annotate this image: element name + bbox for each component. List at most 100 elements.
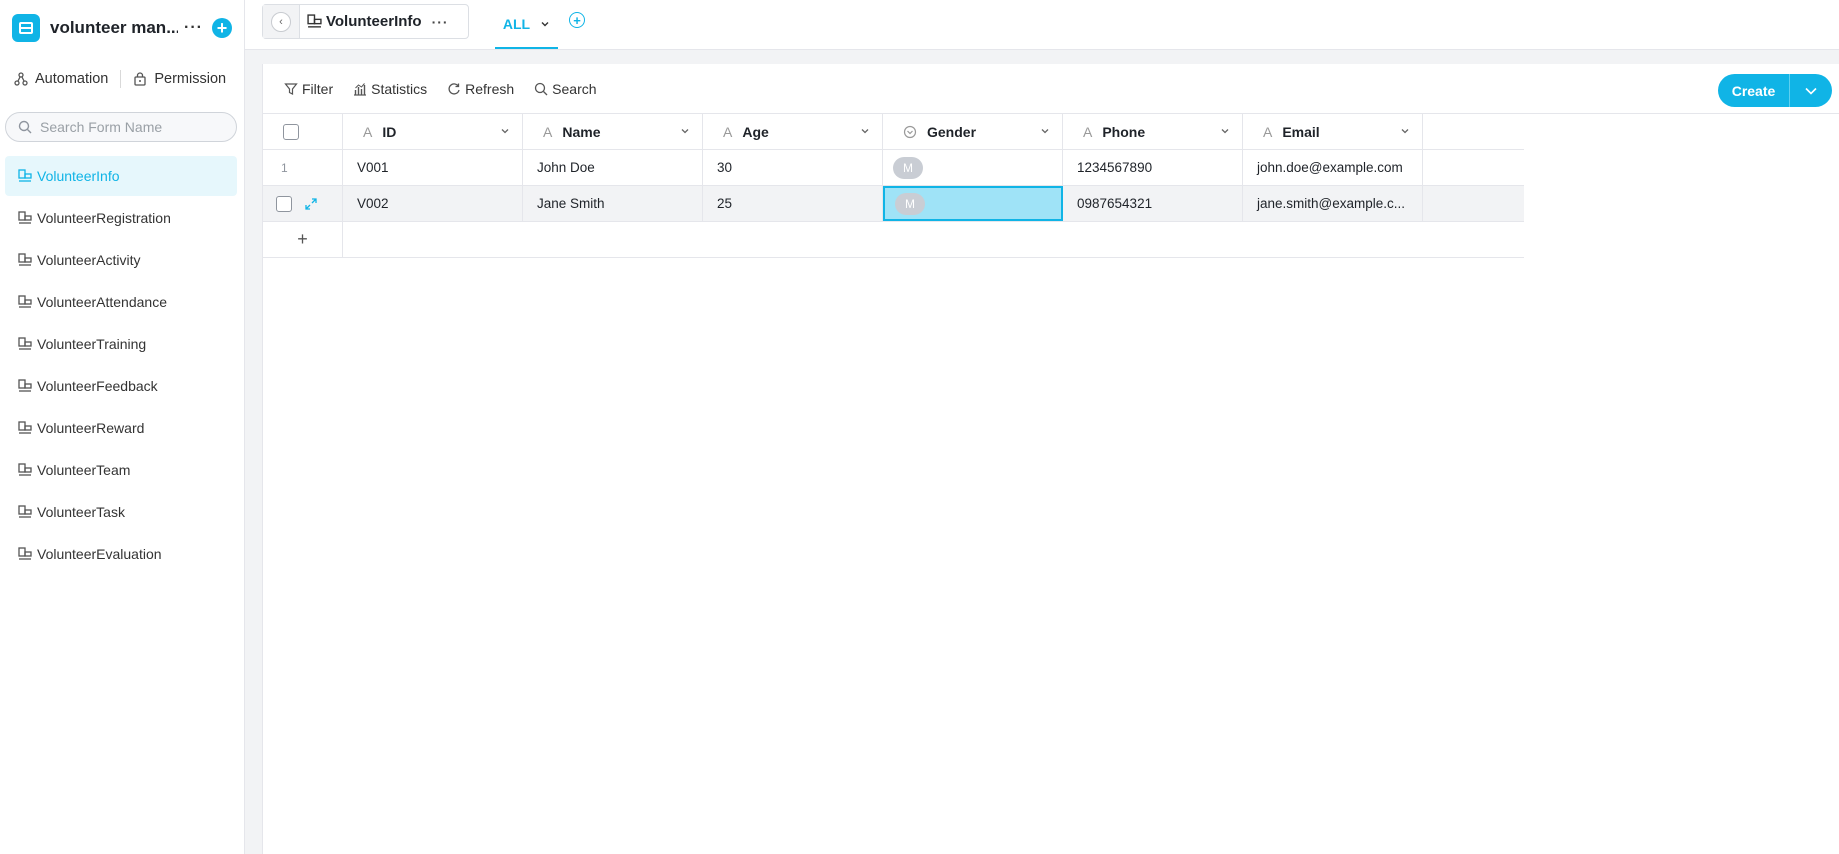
sidebar-item-volunteertask[interactable]: VolunteerTask [5, 492, 237, 532]
select-all-checkbox[interactable] [283, 123, 299, 140]
column-header-gender[interactable]: Gender [883, 114, 1063, 149]
table-row[interactable]: V002 Jane Smith 25 M 0987654321 jane.smi… [263, 186, 1524, 222]
search-form-input[interactable] [40, 119, 220, 135]
search-label: Search [552, 80, 597, 97]
refresh-button[interactable]: Refresh [447, 81, 514, 97]
refresh-icon [448, 82, 460, 95]
row-number: 1 [281, 160, 288, 175]
form-icon [18, 337, 32, 350]
table-row[interactable]: 1 V001 John Doe 30 M 1234567890 john.doe… [263, 150, 1524, 186]
add-view-icon[interactable]: + [569, 12, 585, 28]
row-checkbox[interactable] [276, 195, 292, 212]
gender-tag: M [895, 192, 925, 215]
sidebar-item-volunteerregistration[interactable]: VolunteerRegistration [5, 198, 237, 238]
view-tab-label: ALL [502, 15, 531, 32]
chevron-down-icon[interactable] [680, 126, 690, 136]
view-tab-all[interactable]: ALL [495, 0, 558, 49]
column-header-label: Name [562, 123, 601, 140]
sidebar-item-volunteerreward[interactable]: VolunteerReward [5, 408, 237, 448]
statistics-icon [354, 82, 367, 96]
column-header-label: ID [382, 123, 397, 140]
add-row: + [263, 222, 1524, 258]
form-icon [18, 295, 32, 308]
sidebar-item-volunteerfeedback[interactable]: VolunteerFeedback [5, 366, 237, 406]
create-dropdown-button[interactable] [1790, 74, 1832, 107]
form-icon [307, 14, 322, 28]
chevron-down-icon[interactable] [1220, 126, 1230, 136]
filter-button[interactable]: Filter [284, 81, 333, 97]
cell-id[interactable]: V001 [343, 150, 523, 185]
cell-email[interactable]: jane.smith@example.c... [1243, 186, 1423, 221]
expand-icon[interactable] [304, 197, 318, 211]
select-all-cell [263, 114, 343, 149]
row-number-cell: 1 [263, 150, 343, 185]
data-grid: A ID A Name A Age Gender A Phone A Email… [263, 114, 1524, 258]
sidebar-item-volunteertraining[interactable]: VolunteerTraining [5, 324, 237, 364]
divider [120, 70, 122, 88]
statistics-button[interactable]: Statistics [353, 81, 427, 97]
search-button[interactable]: Search [534, 80, 597, 97]
chevron-down-icon[interactable] [860, 126, 870, 136]
form-icon [18, 463, 32, 476]
table-more-icon[interactable]: ··· [432, 14, 449, 30]
cell-name[interactable]: Jane Smith [523, 186, 703, 221]
automation-label: Automation [35, 71, 109, 87]
text-field-icon: A [723, 123, 733, 140]
statistics-label: Statistics [371, 80, 428, 97]
sidebar-item-label: VolunteerReward [37, 420, 145, 436]
column-header-id[interactable]: A ID [343, 114, 523, 149]
cell-gender[interactable]: M [883, 150, 1063, 185]
sidebar-item-volunteerteam[interactable]: VolunteerTeam [5, 450, 237, 490]
column-header-email[interactable]: A Email [1243, 114, 1423, 149]
sidebar-item-label: VolunteerFeedback [37, 378, 158, 394]
table-title-label: VolunteerInfo [326, 13, 422, 30]
cell-email[interactable]: john.doe@example.com [1243, 150, 1423, 185]
text-field-icon: A [543, 123, 553, 140]
permission-button[interactable]: Permission [133, 71, 226, 87]
sidebar-item-volunteerevaluation[interactable]: VolunteerEvaluation [5, 534, 237, 574]
text-field-icon: A [1083, 123, 1093, 140]
form-icon [18, 421, 32, 434]
column-header-label: Email [1282, 123, 1320, 140]
form-icon [18, 253, 32, 266]
create-button[interactable]: Create [1718, 74, 1790, 107]
table-tab: ‹ VolunteerInfo ··· [262, 4, 469, 39]
sidebar-item-label: VolunteerEvaluation [37, 546, 162, 562]
cell-phone[interactable]: 0987654321 [1063, 186, 1243, 221]
chevron-left-icon: ‹ [271, 11, 291, 32]
cell-age[interactable]: 30 [703, 150, 883, 185]
collapse-sidebar-button[interactable]: ‹ [263, 5, 300, 38]
cell-gender-selected[interactable]: M [883, 186, 1063, 221]
cell-phone[interactable]: 1234567890 [1063, 150, 1243, 185]
sidebar-item-label: VolunteerInfo [37, 168, 120, 184]
sidebar-item-volunteerattendance[interactable]: VolunteerAttendance [5, 282, 237, 322]
column-header-phone[interactable]: A Phone [1063, 114, 1243, 149]
cell-id[interactable]: V002 [343, 186, 523, 221]
sidebar-item-label: VolunteerTraining [37, 336, 147, 352]
chevron-down-icon[interactable] [1400, 126, 1410, 136]
automation-button[interactable]: Automation [14, 71, 108, 87]
sidebar-item-volunteerinfo[interactable]: VolunteerInfo [5, 156, 237, 196]
cell-name[interactable]: John Doe [523, 150, 703, 185]
grid-header-row: A ID A Name A Age Gender A Phone A Email [263, 114, 1524, 150]
sidebar-item-volunteeractivity[interactable]: VolunteerActivity [5, 240, 237, 280]
form-icon [18, 169, 32, 182]
app-name[interactable]: volunteer man... [50, 18, 178, 38]
chevron-down-icon[interactable] [1040, 126, 1050, 136]
cell-age[interactable]: 25 [703, 186, 883, 221]
refresh-label: Refresh [465, 80, 515, 97]
column-header-name[interactable]: A Name [523, 114, 703, 149]
chevron-down-icon[interactable] [500, 126, 510, 136]
app-more-icon[interactable]: ··· [184, 19, 203, 37]
form-icon [18, 211, 32, 224]
table-title[interactable]: VolunteerInfo [307, 13, 422, 30]
sidebar-item-label: VolunteerRegistration [37, 210, 171, 226]
lock-icon [134, 72, 147, 86]
column-header-age[interactable]: A Age [703, 114, 883, 149]
sidebar-item-label: VolunteerTask [37, 504, 125, 520]
app-add-icon[interactable]: + [211, 18, 232, 38]
text-field-icon: A [1263, 123, 1273, 140]
add-row-button[interactable]: + [263, 222, 343, 257]
permission-label: Permission [154, 71, 227, 87]
form-icon [18, 505, 32, 518]
